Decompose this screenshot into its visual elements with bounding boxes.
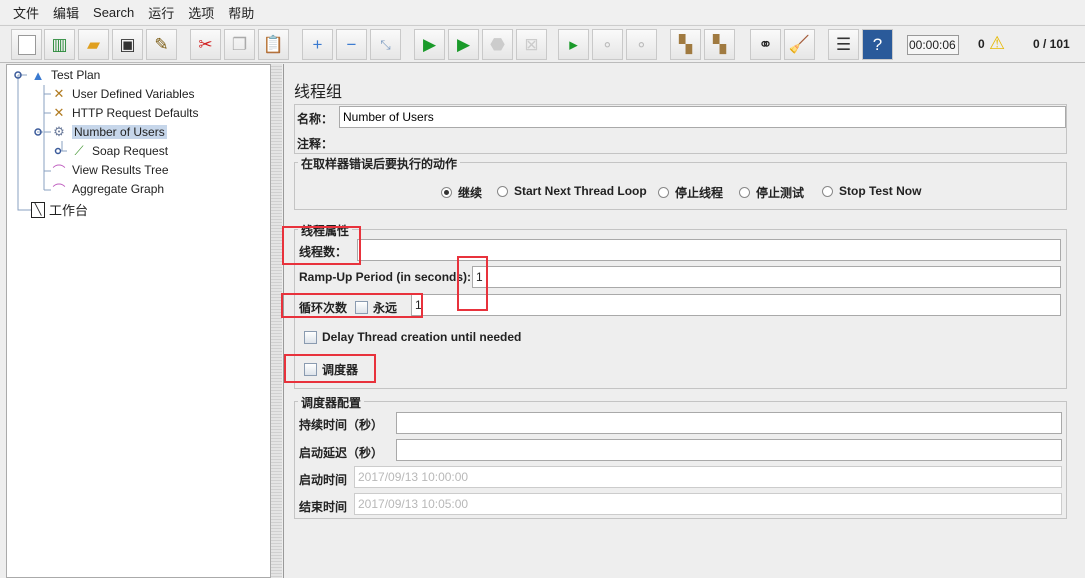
annotation-box bbox=[284, 354, 376, 383]
clear-icon[interactable]: ▚ bbox=[670, 29, 701, 60]
remote-exit-icon[interactable]: ∘ bbox=[626, 29, 657, 60]
startup-delay-input[interactable] bbox=[396, 439, 1062, 461]
remote-start-icon[interactable]: ▸ bbox=[558, 29, 589, 60]
templates-icon[interactable]: ▥ bbox=[44, 29, 75, 60]
scheduler-config-legend: 调度器配置 bbox=[298, 394, 365, 411]
rampup-label: Ramp-Up Period (in seconds): bbox=[299, 270, 472, 284]
startup-delay-label: 启动延迟（秒） bbox=[299, 446, 384, 460]
copy-icon[interactable]: ❐ bbox=[224, 29, 255, 60]
name-input[interactable] bbox=[339, 106, 1066, 128]
new-icon[interactable] bbox=[11, 29, 42, 60]
start-time-label: 启动时间 bbox=[299, 473, 348, 487]
end-time-input[interactable]: 2017/09/13 10:05:00 bbox=[354, 493, 1062, 515]
open-icon[interactable]: ▰ bbox=[78, 29, 109, 60]
end-time-label: 结束时间 bbox=[299, 500, 348, 514]
search-icon[interactable]: ⚭ bbox=[750, 29, 781, 60]
rampup-input[interactable]: 1 bbox=[472, 266, 1061, 288]
tree-item-aggregate-graph[interactable]: ⌒ Aggregate Graph bbox=[50, 180, 164, 198]
comment-label: 注释： bbox=[297, 137, 334, 151]
page-title: 线程组 bbox=[294, 84, 343, 101]
stop-icon[interactable]: ⬣ bbox=[482, 29, 513, 60]
clear-all-icon[interactable]: ▚ bbox=[704, 29, 735, 60]
tree-item-test-plan[interactable]: ▲ Test Plan bbox=[29, 66, 101, 84]
tree-item-user-defined-variables[interactable]: ✕ User Defined Variables bbox=[50, 85, 195, 103]
radio-stop-thread[interactable]: 停止线程 bbox=[658, 184, 723, 201]
cut-icon[interactable]: ✂ bbox=[190, 29, 221, 60]
menu-search[interactable]: Search bbox=[93, 5, 134, 20]
menu-options[interactable]: 选项 bbox=[188, 3, 214, 22]
menu-edit[interactable]: 编辑 bbox=[53, 3, 79, 22]
start-no-pause-icon[interactable]: ▶ bbox=[448, 29, 479, 60]
pipette-icon: ⟋ bbox=[74, 143, 84, 158]
elapsed-timer: 00:00:06 bbox=[907, 35, 959, 55]
toggle-icon[interactable]: ⤡ bbox=[370, 29, 401, 60]
splitter[interactable] bbox=[271, 64, 282, 578]
radio-start-next-loop[interactable]: Start Next Thread Loop bbox=[497, 184, 647, 198]
radio-stop-test[interactable]: 停止测试 bbox=[739, 184, 804, 201]
error-action-legend: 在取样器错误后要执行的动作 bbox=[298, 155, 461, 172]
remote-stop-icon[interactable]: ∘ bbox=[592, 29, 623, 60]
comment-input[interactable] bbox=[339, 131, 1066, 153]
annotation-box bbox=[281, 293, 423, 318]
warning-icon[interactable]: ⚠ bbox=[989, 33, 1005, 54]
start-icon[interactable]: ▶ bbox=[414, 29, 445, 60]
loop-count-input[interactable]: 1 bbox=[411, 294, 1061, 316]
tree-item-number-of-users[interactable]: ⚙ Number of Users bbox=[50, 123, 167, 141]
toolbar: ▥ ▰ ▣ ✎ ✂ ❐ 📋 + − ⤡ ▶ ▶ ⬣ ⊠ ▸ ∘ ∘ ▚ ▚ ⚭ … bbox=[0, 25, 1085, 63]
name-label: 名称： bbox=[297, 112, 334, 126]
menu-file[interactable]: 文件 bbox=[13, 3, 39, 22]
duration-label: 持续时间（秒） bbox=[299, 418, 384, 432]
annotation-box bbox=[282, 226, 361, 265]
menu-run[interactable]: 运行 bbox=[148, 3, 174, 22]
tree-item-workbench[interactable]: ╲ 工作台 bbox=[31, 200, 88, 219]
graph-icon: ⌒ bbox=[52, 163, 66, 179]
tree-item-soap-request[interactable]: ⟋ Soap Request bbox=[70, 142, 168, 160]
wrench-icon: ✕ bbox=[53, 86, 65, 101]
active-threads: 0 / 101 bbox=[1033, 37, 1070, 51]
radio-continue[interactable]: 继续 bbox=[441, 184, 482, 201]
radio-stop-test-now[interactable]: Stop Test Now bbox=[822, 184, 921, 198]
graph-icon: ⌒ bbox=[52, 182, 66, 198]
save-as-icon[interactable]: ✎ bbox=[146, 29, 177, 60]
tree-item-view-results-tree[interactable]: ⌒ View Results Tree bbox=[50, 161, 168, 179]
thread-group-panel: 线程组 名称： 注释： 在取样器错误后要执行的动作 继续 Start Next … bbox=[283, 64, 1085, 578]
delay-thread-checkbox[interactable] bbox=[304, 330, 317, 344]
tree-item-http-request-defaults[interactable]: ✕ HTTP Request Defaults bbox=[50, 104, 199, 122]
expand-icon[interactable]: + bbox=[302, 29, 333, 60]
start-time-input[interactable]: 2017/09/13 10:00:00 bbox=[354, 466, 1062, 488]
test-plan-tree: ▲ Test Plan ✕ User Defined Variables ✕ HTTP… bbox=[6, 64, 271, 578]
duration-input[interactable] bbox=[396, 412, 1062, 434]
paste-icon[interactable]: 📋 bbox=[258, 29, 289, 60]
delay-thread-row[interactable]: Delay Thread creation until needed bbox=[304, 330, 521, 344]
collapse-icon[interactable]: − bbox=[336, 29, 367, 60]
flask-icon: ▲ bbox=[31, 67, 45, 83]
warning-count: 0 bbox=[978, 37, 985, 51]
help-icon[interactable]: ? bbox=[862, 29, 893, 60]
menu-bar: 文件 编辑 Search 运行 选项 帮助 bbox=[0, 0, 1085, 24]
wrench-icon: ✕ bbox=[53, 105, 65, 120]
workbench-icon: ╲ bbox=[31, 201, 45, 218]
save-icon[interactable]: ▣ bbox=[112, 29, 143, 60]
shutdown-icon[interactable]: ⊠ bbox=[516, 29, 547, 60]
annotation-box bbox=[457, 256, 488, 311]
gear-icon: ⚙ bbox=[53, 124, 65, 139]
reset-search-icon[interactable]: 🧹 bbox=[784, 29, 815, 60]
menu-help[interactable]: 帮助 bbox=[228, 3, 254, 22]
function-helper-icon[interactable]: ☰ bbox=[828, 29, 859, 60]
